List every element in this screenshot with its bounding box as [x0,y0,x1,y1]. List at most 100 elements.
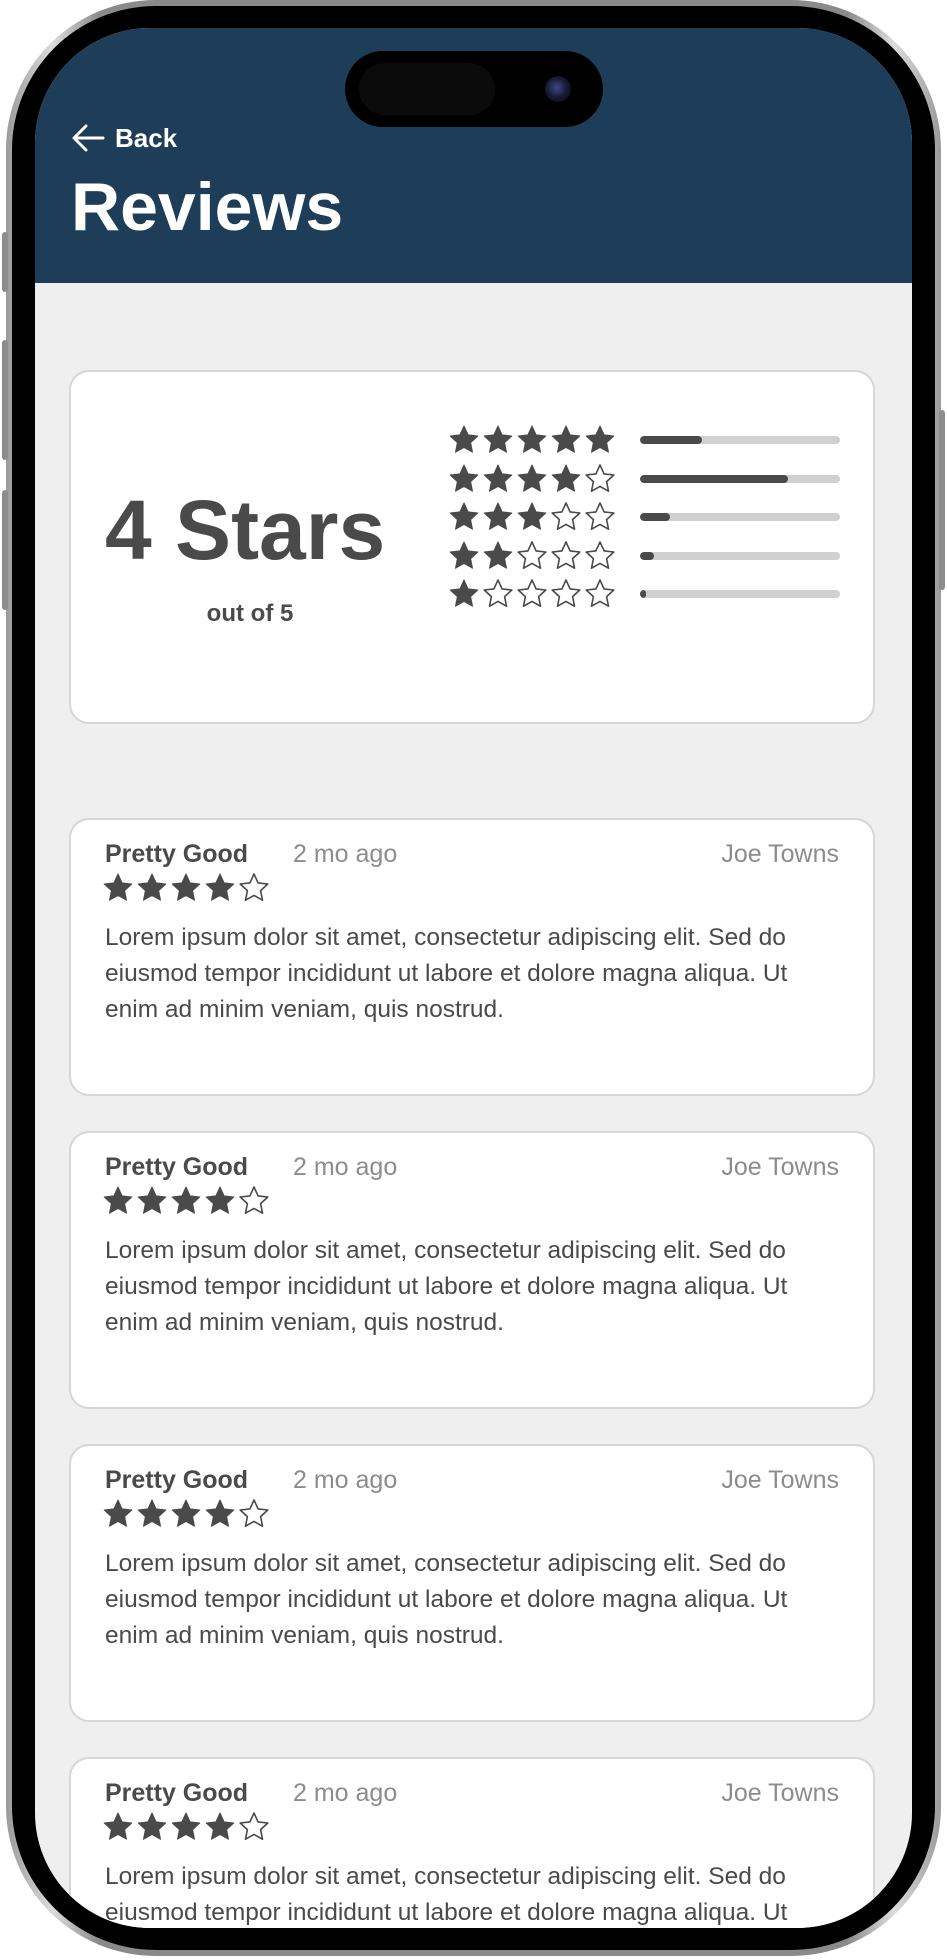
review-body: Lorem ipsum dolor sit amet, consectetur … [105,924,788,1023]
distribution-bar [640,474,840,483]
star-filled-icon [205,1499,235,1527]
distribution-row-4-star [447,463,847,493]
star-filled-icon [449,541,479,569]
star-outline-icon [239,1186,269,1214]
distribution-bar [640,513,840,521]
review-card[interactable]: Pretty Good 2 mo ago Joe Towns Lorem ipsum … [69,1131,875,1409]
star-filled-icon [449,579,479,607]
distribution-bar-fill [640,436,702,444]
distribution-row-1-star [447,578,847,608]
review-author: Joe Towns [721,840,839,868]
review-body: Lorem ipsum dolor sit amet, consectetur … [105,1550,788,1649]
front-camera [545,76,571,102]
review-body: Lorem ipsum dolor sit amet, consectetur … [105,1237,788,1336]
review-timestamp: 2 mo ago [293,840,398,868]
review-rating-stars [101,1498,271,1528]
review-body: Lorem ipsum dolor sit amet, consectetur … [105,1863,788,1926]
star-filled-icon [483,464,513,492]
distribution-row-5-star [447,424,847,454]
rating-summary-card: 4 Stars out of 5 [69,370,875,724]
volume-down-button [2,490,8,610]
average-rating-subtitle: out of 5 [206,600,294,627]
back-button[interactable]: Back [71,118,177,158]
star-filled-icon [171,1186,201,1214]
star-filled-icon [517,425,547,453]
star-filled-icon [171,873,201,901]
star-filled-icon [205,1812,235,1840]
star-filled-icon [103,1499,133,1527]
back-label: Back [115,122,178,153]
star-filled-icon [103,1186,133,1214]
review-rating-stars [101,1811,271,1841]
star-filled-icon [137,1186,167,1214]
star-filled-icon [137,1812,167,1840]
distribution-bar [640,551,840,560]
star-filled-icon [517,464,547,492]
dynamic-island [345,51,603,127]
star-outline-icon [551,579,581,607]
star-outline-icon [239,1812,269,1840]
star-filled-icon [483,502,513,530]
review-author: Joe Towns [721,1153,839,1181]
star-filled-icon [205,1186,235,1214]
star-filled-icon [171,1499,201,1527]
review-timestamp: 2 mo ago [293,1153,398,1181]
star-filled-icon [449,464,479,492]
distribution-stars [447,463,617,493]
distribution-stars [447,501,617,531]
distribution-bar-fill [640,551,654,560]
star-filled-icon [137,873,167,901]
star-filled-icon [449,425,479,453]
average-rating: 4 Stars [105,483,386,577]
star-outline-icon [585,502,615,530]
arrow-left-icon [72,124,105,152]
distribution-bar-fill [640,474,788,483]
distribution-bar [640,590,840,598]
star-outline-icon [239,1499,269,1527]
review-title: Pretty Good [105,1466,249,1494]
star-outline-icon [551,540,581,569]
review-timestamp: 2 mo ago [293,1779,398,1807]
review-author: Joe Towns [721,1466,839,1494]
review-timestamp: 2 mo ago [293,1466,398,1494]
star-filled-icon [585,425,615,453]
star-filled-icon [483,425,513,453]
distribution-bar-fill [640,513,670,521]
power-button [939,410,945,590]
star-outline-icon [517,579,547,607]
page-title: Reviews [71,169,344,245]
star-filled-icon [103,873,133,901]
volume-up-button [2,340,8,460]
star-outline-icon [483,579,513,607]
star-outline-icon [585,540,615,569]
star-filled-icon [551,425,581,453]
star-outline-icon [551,502,581,530]
review-title: Pretty Good [105,840,249,868]
distribution-row-3-star [447,501,847,531]
distribution-stars [447,578,617,608]
star-outline-icon [585,463,615,492]
distribution-bar [640,436,840,444]
review-card[interactable]: Pretty Good 2 mo ago Joe Towns Lorem ipsum … [69,1757,875,1928]
review-card[interactable]: Pretty Good 2 mo ago Joe Towns Lorem ipsum … [69,1444,875,1722]
distribution-stars [447,424,617,454]
star-filled-icon [171,1812,201,1840]
review-title: Pretty Good [105,1779,249,1807]
star-filled-icon [551,464,581,492]
star-filled-icon [137,1499,167,1527]
distribution-stars [447,540,617,570]
review-card[interactable]: Pretty Good 2 mo ago Joe Towns Lorem ipsum … [69,818,875,1096]
action-button [2,232,8,292]
screen: Back Reviews 4 Stars out of 5 Pretty Goo… [35,28,912,1928]
review-rating-stars [101,1185,271,1215]
star-filled-icon [483,541,513,569]
distribution-bar-fill [640,590,646,598]
star-outline-icon [517,540,547,569]
star-filled-icon [103,1812,133,1840]
star-outline-icon [585,579,615,607]
star-filled-icon [449,502,479,530]
distribution-row-2-star [447,540,847,570]
star-outline-icon [239,873,269,901]
star-filled-icon [517,502,547,530]
star-filled-icon [205,873,235,901]
